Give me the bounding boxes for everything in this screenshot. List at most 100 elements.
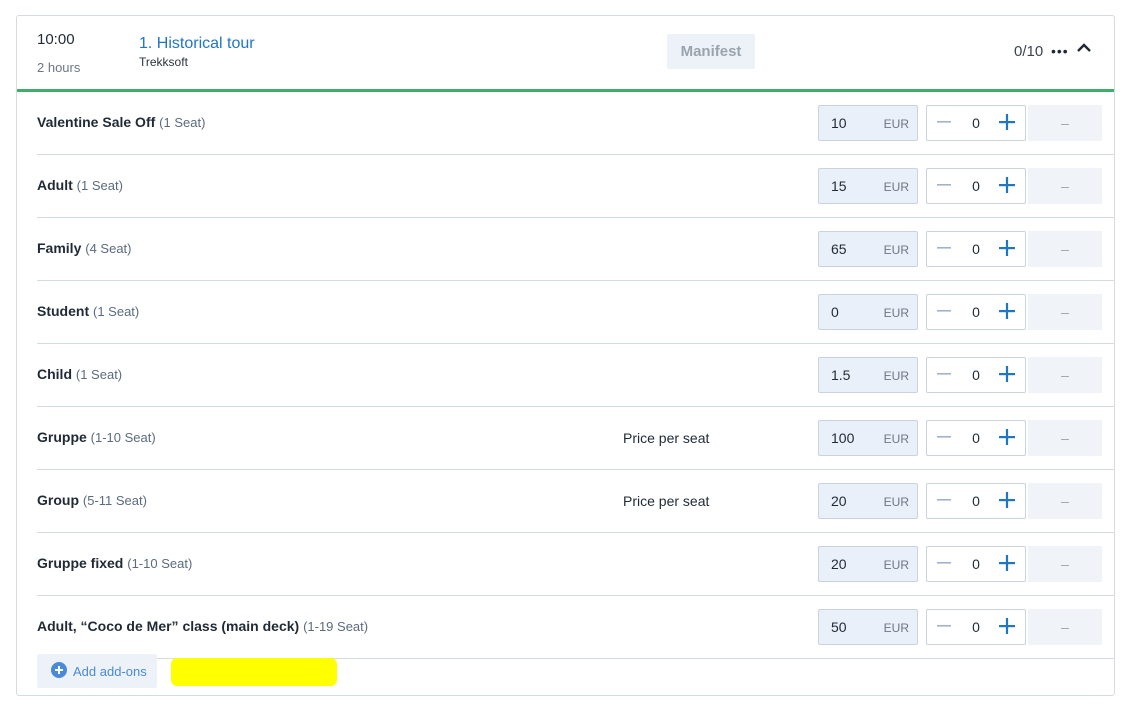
row-total: – [1028,609,1102,645]
plus-circle-icon [51,662,67,678]
ticket-name: Adult, “Coco de Mer” class (main deck) (… [37,618,368,634]
plus-icon[interactable] [997,175,1017,195]
ticket-seat-count: (1 Seat) [75,367,123,382]
plus-icon[interactable] [997,616,1017,636]
price-input[interactable]: 15 EUR [818,168,918,204]
ticket-name-label: Adult, “Coco de Mer” class (main deck) [37,618,300,634]
currency-label: EUR [883,432,909,446]
price-value: 15 [831,178,847,194]
ticket-seat-count: (1 Seat) [93,304,140,319]
price-value: 20 [831,556,847,572]
ticket-name-label: Family [37,240,82,256]
more-options-icon[interactable]: ••• [1051,43,1069,59]
quantity-stepper[interactable]: 0 [926,294,1026,330]
row-total: – [1028,105,1102,141]
currency-label: EUR [883,117,909,131]
price-input[interactable]: 100 EUR [818,420,918,456]
row-total: – [1028,420,1102,456]
ticket-seat-count: (1 Seat) [159,115,206,130]
quantity-stepper[interactable]: 0 [926,546,1026,582]
add-addons-label: Add add-ons [73,664,147,679]
quantity-stepper[interactable]: 0 [926,483,1026,519]
price-value: 10 [831,115,847,131]
plus-icon[interactable] [997,238,1017,258]
ticket-row: Group (5-11 Seat) Price per seat 20 EUR … [37,470,1114,533]
row-total: – [1028,357,1102,393]
quantity-stepper[interactable]: 0 [926,168,1026,204]
price-input[interactable]: 20 EUR [818,546,918,582]
ticket-row: Adult (1 Seat) 15 EUR 0 – [37,155,1114,218]
ticket-name: Group (5-11 Seat) [37,492,147,508]
price-value: 1.5 [831,367,851,383]
ticket-seat-count: (1 Seat) [76,178,123,193]
ticket-name: Child (1 Seat) [37,366,122,382]
plus-icon[interactable] [997,112,1017,132]
chevron-up-icon[interactable] [1076,40,1092,56]
manifest-button[interactable]: Manifest [667,34,755,69]
currency-label: EUR [883,180,909,194]
ticket-name-label: Valentine Sale Off [37,114,156,130]
price-value: 0 [831,304,839,320]
ticket-name: Student (1 Seat) [37,303,139,319]
quantity-stepper[interactable]: 0 [926,609,1026,645]
quantity-stepper[interactable]: 0 [926,231,1026,267]
price-per-seat-note: Price per seat [623,493,710,509]
plus-icon[interactable] [997,427,1017,447]
currency-label: EUR [883,369,909,383]
ticket-row: Gruppe (1-10 Seat) Price per seat 100 EU… [37,407,1114,470]
plus-icon[interactable] [997,364,1017,384]
price-input[interactable]: 1.5 EUR [818,357,918,393]
price-input[interactable]: 65 EUR [818,231,918,267]
plus-icon[interactable] [997,301,1017,321]
ticket-seat-count: (1-10 Seat) [127,556,193,571]
row-total: – [1028,168,1102,204]
ticket-name: Valentine Sale Off (1 Seat) [37,114,205,130]
ticket-rows: Valentine Sale Off (1 Seat) 10 EUR 0 – A… [17,92,1114,659]
price-value: 65 [831,241,847,257]
tour-subtitle: Trekksoft [139,55,188,69]
row-total: – [1028,546,1102,582]
ticket-row: Child (1 Seat) 1.5 EUR 0 – [37,344,1114,407]
ticket-seat-count: (1-10 Seat) [90,430,156,445]
currency-label: EUR [883,495,909,509]
ticket-seat-count: (5-11 Seat) [82,493,147,508]
row-total: – [1028,294,1102,330]
price-input[interactable]: 10 EUR [818,105,918,141]
price-input[interactable]: 50 EUR [818,609,918,645]
ticket-seat-count: (4 Seat) [85,241,132,256]
price-value: 50 [831,619,847,635]
capacity-count: 0/10 [1014,43,1044,60]
ticket-name-label: Adult [37,177,73,193]
ticket-name-label: Gruppe fixed [37,555,124,571]
quantity-stepper[interactable]: 0 [926,357,1026,393]
tour-title-link[interactable]: 1. Historical tour [139,35,255,53]
ticket-name: Adult (1 Seat) [37,177,123,193]
ticket-name: Gruppe fixed (1-10 Seat) [37,555,192,571]
ticket-name-label: Gruppe [37,429,87,445]
highlight-marker [171,658,337,686]
ticket-row: Student (1 Seat) 0 EUR 0 – [37,281,1114,344]
quantity-stepper[interactable]: 0 [926,420,1026,456]
currency-label: EUR [883,558,909,572]
ticket-name: Gruppe (1-10 Seat) [37,429,156,445]
ticket-row: Adult, “Coco de Mer” class (main deck) (… [37,596,1114,659]
ticket-seat-count: (1-19 Seat) [303,619,369,634]
ticket-name: Family (4 Seat) [37,240,132,256]
price-per-seat-note: Price per seat [623,430,710,446]
tour-time: 10:00 [37,31,75,48]
currency-label: EUR [883,621,909,635]
ticket-row: Gruppe fixed (1-10 Seat) 20 EUR 0 – [37,533,1114,596]
price-value: 100 [831,430,855,446]
add-addons-button[interactable]: Add add-ons [37,654,157,688]
plus-icon[interactable] [997,553,1017,573]
currency-label: EUR [883,306,909,320]
currency-label: EUR [883,243,909,257]
plus-icon[interactable] [997,490,1017,510]
quantity-stepper[interactable]: 0 [926,105,1026,141]
price-value: 20 [831,493,847,509]
tour-duration: 2 hours [37,60,81,75]
price-input[interactable]: 0 EUR [818,294,918,330]
ticket-row: Valentine Sale Off (1 Seat) 10 EUR 0 – [37,92,1114,155]
price-input[interactable]: 20 EUR [818,483,918,519]
ticket-name-label: Child [37,366,72,382]
